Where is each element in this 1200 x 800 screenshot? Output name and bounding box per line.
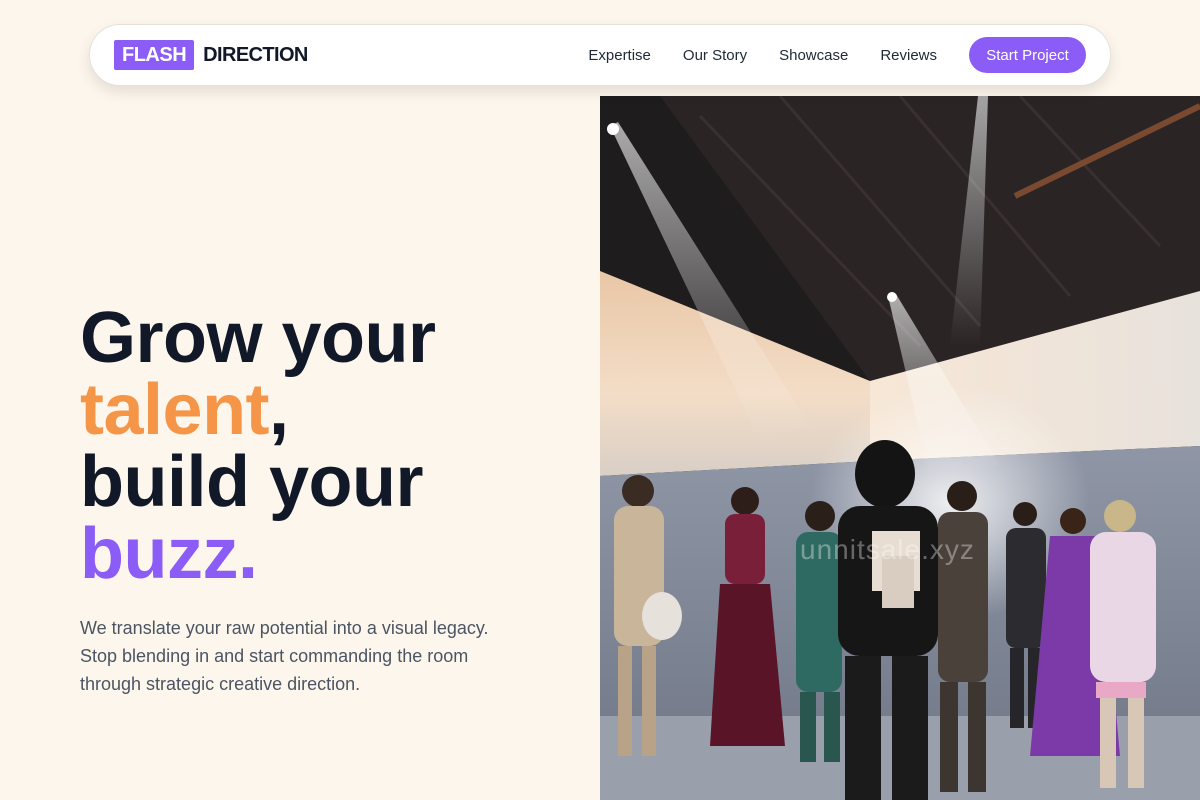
logo-text: DIRECTION <box>203 43 308 66</box>
hero-title: Grow your talent, build your buzz. <box>80 302 580 590</box>
hero-photo: unnitsale.xyz <box>600 96 1200 800</box>
nav-link-showcase[interactable]: Showcase <box>779 47 848 64</box>
logo-mark: FLASH <box>114 40 195 70</box>
nav-link-reviews[interactable]: Reviews <box>880 47 937 64</box>
hero-photo-illustration <box>600 96 1200 800</box>
hero-title-line-2: talent, <box>80 374 580 446</box>
nav-links: Expertise Our Story Showcase Reviews Sta… <box>588 37 1086 73</box>
hero-word-talent: talent <box>80 370 270 450</box>
hero-comma: , <box>269 370 289 450</box>
navbar: FLASH DIRECTION Expertise Our Story Show… <box>89 24 1111 86</box>
nav-link-expertise[interactable]: Expertise <box>588 47 651 64</box>
hero-subtitle: We translate your raw potential into a v… <box>80 618 489 694</box>
hero-title-line-1: Grow your <box>80 298 436 378</box>
start-project-button[interactable]: Start Project <box>969 37 1086 73</box>
landing-page: FLASH DIRECTION Expertise Our Story Show… <box>0 0 1200 800</box>
image-watermark: unnitsale.xyz <box>800 534 975 565</box>
brand-logo[interactable]: FLASH DIRECTION <box>114 40 308 70</box>
hero-title-line-3: build your <box>80 442 423 522</box>
nav-link-our-story[interactable]: Our Story <box>683 47 747 64</box>
hero-word-buzz: buzz. <box>80 514 258 594</box>
